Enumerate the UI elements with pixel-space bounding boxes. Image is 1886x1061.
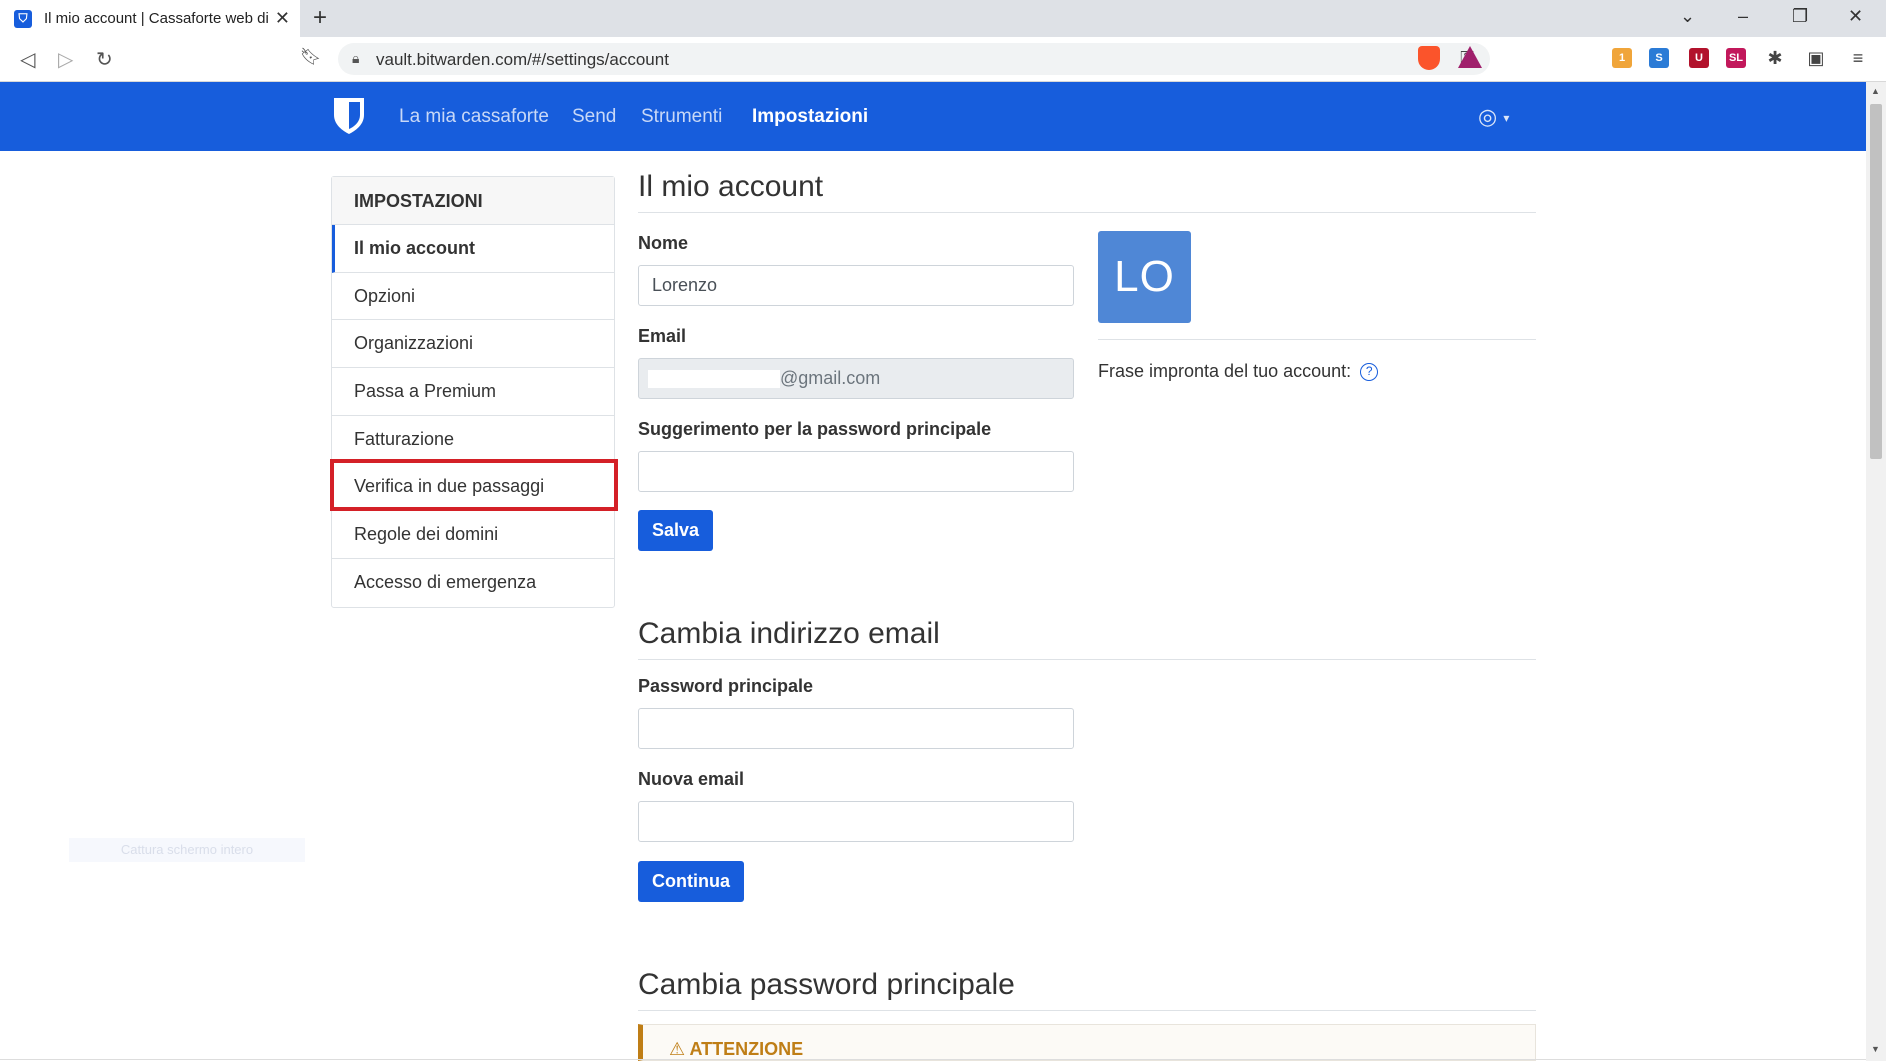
scrollbar[interactable]: ▲ ▼: [1866, 82, 1886, 1061]
fingerprint-divider: [1098, 339, 1536, 340]
nav-vault[interactable]: La mia cassaforte: [399, 106, 549, 128]
hint-field[interactable]: [638, 451, 1074, 492]
warning-title-text: ATTENZIONE: [689, 1039, 804, 1059]
email-domain: @gmail.com: [780, 368, 881, 388]
puzzle-icon[interactable]: ✱: [1765, 48, 1785, 68]
hint-label: Suggerimento per la password principale: [638, 419, 992, 439]
fingerprint-label: Frase impronta del tuo account: ?: [1098, 361, 1379, 382]
bitwarden-favicon-icon: ⛉: [14, 9, 32, 28]
scroll-up-icon[interactable]: ▲: [1871, 86, 1880, 96]
brave-rewards-icon[interactable]: [1458, 46, 1482, 68]
change-email-title: Cambia indirizzo email: [638, 617, 1536, 660]
tab-title: Il mio account | Cassaforte web di: [44, 10, 269, 27]
new-email-label: Nuova email: [638, 769, 745, 789]
reload-icon[interactable]: ↻: [96, 47, 113, 72]
page-title: Il mio account: [638, 170, 1536, 213]
ublock-icon[interactable]: U: [1689, 48, 1709, 68]
sidebar-item-my-account[interactable]: Il mio account: [332, 225, 614, 273]
help-icon[interactable]: ?: [1360, 363, 1379, 382]
continue-button[interactable]: Continua: [638, 861, 744, 902]
name-field[interactable]: [638, 265, 1074, 306]
window-close-icon[interactable]: ✕: [1848, 6, 1863, 27]
restore-icon[interactable]: ❐: [1792, 6, 1808, 27]
bookmark-icon[interactable]: 🔖︎: [300, 47, 322, 67]
email-label: Email: [638, 326, 687, 346]
address-toolbar: ◁ ▷ ↻ 🔖︎ 🔒︎ vault.bitwarden.com/#/settin…: [0, 37, 1886, 82]
sidebar-item-billing[interactable]: Fatturazione: [332, 416, 614, 464]
browser-tab-bar: ⛉ Il mio account | Cassaforte web di ✕ +…: [0, 0, 1886, 37]
master-password-label: Password principale: [638, 676, 814, 696]
name-label: Nome: [638, 233, 689, 253]
account-menu-icon[interactable]: ◎ ▾: [1478, 104, 1509, 130]
avatar: LO: [1098, 231, 1191, 323]
new-email-field[interactable]: [638, 801, 1074, 842]
scroll-thumb[interactable]: [1870, 104, 1882, 459]
caret-down-icon: ▾: [1503, 111, 1510, 126]
sidebar-item-emergency-access[interactable]: Accesso di emergenza: [332, 559, 614, 607]
warning-callout: ⚠ ATTENZIONE: [638, 1024, 1536, 1061]
screen-capture-ghost: Cattura schermo intero: [69, 838, 305, 862]
sidebar-item-premium[interactable]: Passa a Premium: [332, 368, 614, 416]
settings-sidebar: IMPOSTAZIONI Il mio account Opzioni Orga…: [331, 176, 615, 608]
extension-s-icon[interactable]: S: [1649, 48, 1669, 68]
tab-close-icon[interactable]: ✕: [275, 8, 290, 29]
master-password-field[interactable]: [638, 708, 1074, 749]
warning-icon: ⚠: [669, 1039, 686, 1059]
change-password-title: Cambia password principale: [638, 968, 1536, 1011]
app-header: La mia cassaforte Send Strumenti Imposta…: [0, 82, 1866, 151]
menu-icon[interactable]: ≡: [1848, 48, 1868, 68]
back-icon[interactable]: ◁: [20, 47, 35, 72]
scroll-down-icon[interactable]: ▼: [1871, 1044, 1880, 1054]
email-field[interactable]: @gmail.com: [638, 358, 1074, 399]
lock-icon: 🔒︎: [352, 50, 360, 66]
nav-send[interactable]: Send: [572, 106, 616, 128]
sidebar-item-options[interactable]: Opzioni: [332, 273, 614, 321]
url-text[interactable]: vault.bitwarden.com/#/settings/account: [376, 50, 669, 70]
sidebar-item-domain-rules[interactable]: Regole dei domini: [332, 511, 614, 559]
highlight-annotation: [330, 459, 618, 511]
url-field[interactable]: 🔒︎ vault.bitwarden.com/#/settings/accoun…: [338, 43, 1490, 75]
tab-search-chevron-icon[interactable]: ⌄: [1680, 6, 1695, 27]
sidebar-item-organizations[interactable]: Organizzazioni: [332, 320, 614, 369]
extension-icon[interactable]: 1: [1612, 48, 1632, 68]
new-tab-button[interactable]: +: [313, 4, 327, 32]
bitwarden-logo-icon[interactable]: [333, 97, 365, 135]
save-button[interactable]: Salva: [638, 510, 714, 551]
nav-tools[interactable]: Strumenti: [641, 106, 722, 128]
email-redaction: [648, 370, 780, 389]
browser-tab[interactable]: ⛉ Il mio account | Cassaforte web di ✕: [0, 0, 300, 37]
extension-sl-icon[interactable]: SL: [1726, 48, 1746, 68]
nav-settings[interactable]: Impostazioni: [752, 106, 868, 128]
brave-shields-icon[interactable]: [1418, 46, 1440, 70]
fingerprint-label-text: Frase impronta del tuo account:: [1098, 361, 1352, 381]
warning-title: ⚠ ATTENZIONE: [669, 1039, 803, 1060]
minimize-icon[interactable]: –: [1738, 6, 1748, 27]
sidebar-heading: IMPOSTAZIONI: [332, 177, 614, 225]
account-section: Il mio account: [638, 170, 1536, 213]
wallet-icon[interactable]: ▣: [1806, 48, 1826, 68]
forward-icon[interactable]: ▷: [58, 47, 73, 72]
bottom-divider: [0, 1059, 1866, 1060]
